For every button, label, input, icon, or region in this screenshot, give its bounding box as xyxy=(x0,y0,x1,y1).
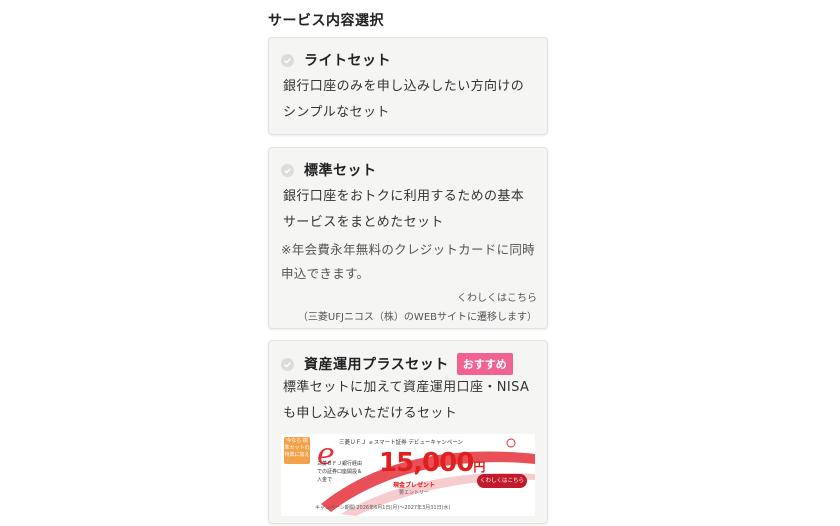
option-standard-set[interactable]: 標準セット 銀行口座をおトクに利用するための基本サービスをまとめたセット ※年会… xyxy=(268,147,548,329)
option-description: 銀行口座のみを申し込みしたい方向けのシンプルなセット xyxy=(283,79,525,120)
details-link[interactable]: くわしくはこちら xyxy=(457,289,537,304)
option-title: 資産運用プラスセット xyxy=(304,357,449,373)
banner-amount-value: 15,000 xyxy=(379,448,474,478)
option-title: 標準セット xyxy=(304,163,377,179)
banner-side-text: 三菱ＵＦＪ銀行経由での証券口座開設＆入金で xyxy=(317,461,363,483)
radio-check-icon[interactable] xyxy=(281,357,294,371)
banner-campaign-name: 三菱ＵＦＪ ｅスマート証券 デビューキャンペーン xyxy=(339,440,464,446)
service-select-page: サービス内容選択 ライトセット 銀行口座のみを申し込みしたい方向けのシンプルなセ… xyxy=(0,0,840,526)
banner-details-button[interactable]: くわしくはこちら xyxy=(477,474,527,488)
banner-present: 現金プレゼント xyxy=(393,482,436,489)
banner-entry: 要エントリー xyxy=(399,490,430,496)
recommended-badge: おすすめ xyxy=(456,353,513,375)
radio-check-icon[interactable] xyxy=(281,53,294,67)
campaign-banner[interactable]: e 今なら 標準セットの 特典に加え 三菱ＵＦＪ ｅスマート証券 デビューキャン… xyxy=(281,434,535,516)
option-header: 資産運用プラスセット おすすめ xyxy=(281,353,513,375)
option-header: ライトセット xyxy=(281,50,391,70)
banner-tag: 今なら 標準セットの 特典に加え xyxy=(284,437,310,464)
option-title: ライトセット xyxy=(304,53,391,69)
section-title: サービス内容選択 xyxy=(268,13,384,29)
banner-yen: 円 xyxy=(473,460,485,474)
option-description: 標準セットに加えて資産運用口座・NISAも申し込みいただけるセット xyxy=(283,380,530,421)
banner-period: キャンペーン期間 2026年6月1日(月)〜2027年3月31日(水) xyxy=(315,505,451,511)
option-note: ※年会費永年無料のクレジットカードに同時申込できます。 xyxy=(281,242,535,281)
radio-check-icon[interactable] xyxy=(281,163,294,177)
banner-amount: 15,000円 xyxy=(379,448,485,478)
option-header: 標準セット xyxy=(281,160,377,180)
option-light-set[interactable]: ライトセット 銀行口座のみを申し込みしたい方向けのシンプルなセット xyxy=(268,37,548,135)
option-asset-plus-set[interactable]: 資産運用プラスセット おすすめ 標準セットに加えて資産運用口座・NISAも申し込… xyxy=(268,340,548,524)
external-site-note: （三菱UFJニコス（株）のWEBサイトに遷移します） xyxy=(297,312,537,323)
option-description: 銀行口座をおトクに利用するための基本サービスをまとめたセット xyxy=(283,189,525,230)
